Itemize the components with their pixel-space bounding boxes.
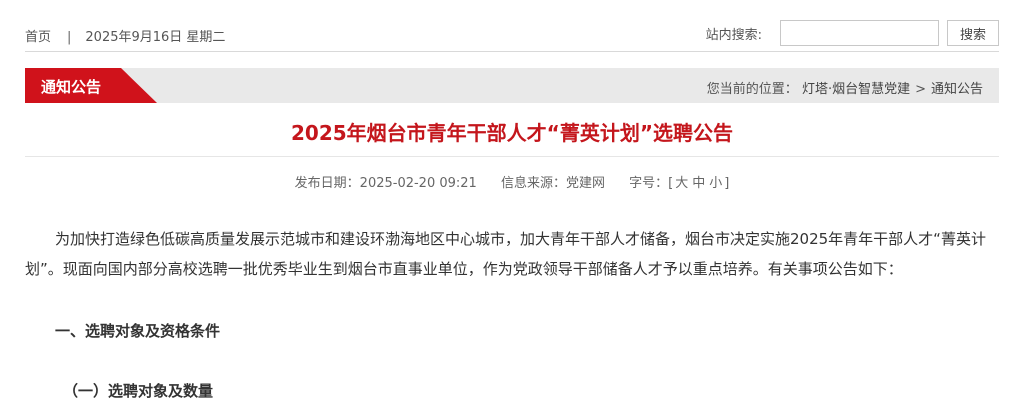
site-search: 站内搜索: 搜索 [706,20,999,46]
section-heading: 一、选聘对象及资格条件 [55,322,221,340]
font-size-close: ] [724,176,730,191]
top-separator: | [67,30,72,45]
font-size-label: 字号：[ [629,176,674,191]
column-bar: 通知公告 您当前的位置： 灯塔·烟台智慧党建 > 通知公告 [25,68,999,103]
column-tab-label: 通知公告 [41,78,102,96]
source-info: 信息来源：党建网 [501,176,605,191]
article-meta: 发布日期：2025-02-20 09:21 信息来源：党建网 字号：[大中小] [25,172,999,191]
search-button[interactable]: 搜索 [947,20,999,46]
font-size-switcher: 字号：[大中小] [629,176,729,191]
top-left-info: 首页 | 2025年9月16日 星期二 [25,26,225,45]
breadcrumb-item-site[interactable]: 灯塔·烟台智慧党建 [802,82,910,97]
article-paragraph: 为加快打造绿色低碳高质量发展示范城市和建设环渤海地区中心城市，加大青年干部人才储… [25,230,986,278]
publish-date: 2025-02-20 09:21 [359,176,477,191]
source-label: 信息来源： [500,176,566,191]
current-date: 2025年9月16日 星期二 [85,30,226,45]
breadcrumb-separator: > [915,82,926,97]
search-label: 站内搜索: [705,27,762,43]
font-size-medium[interactable]: 中 [692,176,705,191]
column-tab: 通知公告 [25,68,157,103]
top-bar: 首页 | 2025年9月16日 星期二 站内搜索: 搜索 [25,14,999,52]
breadcrumb-prefix: 您当前的位置： [706,82,798,97]
publish-info: 发布日期：2025-02-20 09:21 [295,176,477,191]
breadcrumb: 您当前的位置： 灯塔·烟台智慧党建 > 通知公告 [707,78,983,97]
source-value: 党建网 [565,176,605,191]
article-title: 2025年烟台市青年干部人才“菁英计划”选聘公告 [291,121,733,145]
article-body: 为加快打造绿色低碳高质量发展示范城市和建设环渤海地区中心城市，加大青年干部人才储… [25,224,999,400]
subsection-heading: （一）选聘对象及数量 [63,382,214,400]
publish-label: 发布日期： [294,176,360,191]
breadcrumb-item-notice[interactable]: 通知公告 [931,82,983,97]
home-link[interactable]: 首页 [25,30,51,45]
font-size-small[interactable]: 小 [709,176,722,191]
search-input[interactable] [780,20,939,46]
title-divider [25,156,999,157]
font-size-large[interactable]: 大 [675,176,688,191]
